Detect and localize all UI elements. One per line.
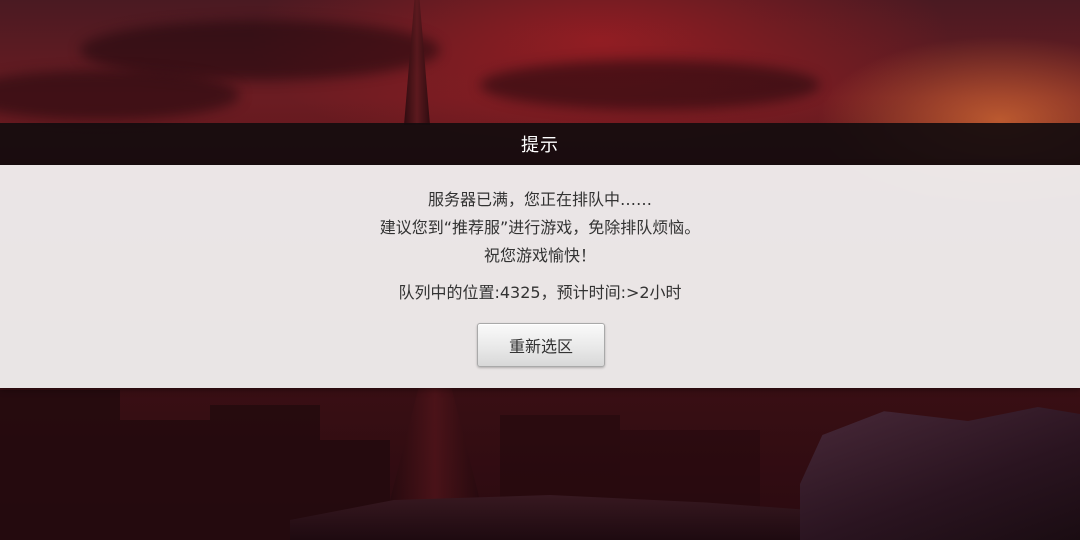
greeting-message: 祝您游戏愉快！ xyxy=(483,246,596,265)
dialog-body: 服务器已满，您正在排队中…… 建议您到“推荐服”进行游戏，免除排队烦恼。 祝您游… xyxy=(0,165,1080,388)
reselect-server-button[interactable]: 重新选区 xyxy=(477,323,605,367)
background-building xyxy=(0,390,120,540)
background-cloud xyxy=(480,60,820,110)
server-full-message: 服务器已满，您正在排队中…… xyxy=(427,190,652,209)
queue-status: 队列中的位置:4325，预计时间:>2小时 xyxy=(398,283,682,302)
game-screen: 提示 服务器已满，您正在排队中…… 建议您到“推荐服”进行游戏，免除排队烦恼。 … xyxy=(0,0,1080,540)
background-building xyxy=(120,420,210,540)
recommend-server-message: 建议您到“推荐服”进行游戏，免除排队烦恼。 xyxy=(379,218,701,237)
dialog-title: 提示 xyxy=(521,135,559,156)
dialog-header: 提示 xyxy=(0,123,1080,165)
